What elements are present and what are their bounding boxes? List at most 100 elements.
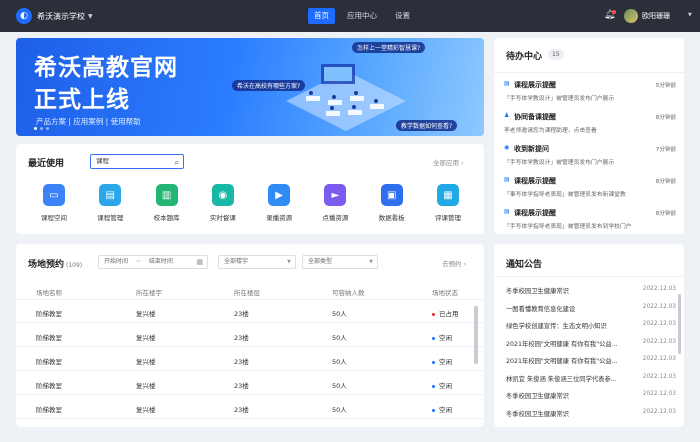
todo-item[interactable]: ♟ 协同备课提醒 8分钟前 李老师邀请您为课程助理，点击查看	[504, 112, 676, 134]
main-nav: 首页 应用中心 设置	[308, 8, 422, 24]
notice-date: 2022.12.03	[642, 391, 676, 397]
cell-status: 空闲	[432, 380, 452, 390]
app-tile[interactable]: ◉ 实时督课	[197, 184, 249, 222]
app-tile[interactable]: ▭ 课程空间	[28, 184, 80, 222]
notice-date: 2022.12.03	[642, 356, 676, 362]
cell-name: 阶梯教室	[36, 382, 62, 390]
nav-settings[interactable]: 设置	[389, 8, 416, 24]
notice-item[interactable]: 冬季校园卫生健康常识 2022.12.03	[506, 286, 676, 295]
todo-type-icon: ▤	[504, 80, 510, 87]
todo-count-badge: 15	[548, 49, 564, 60]
recent-title: 最近使用	[28, 159, 65, 169]
carousel-dot[interactable]	[34, 127, 37, 130]
notice-text: 冬季校园卫生健康常识	[506, 393, 569, 400]
cell-capacity: 50人	[332, 334, 347, 342]
todo-item-title: ▤ 课程展示提醒 5分钟前	[504, 80, 676, 90]
nav-home[interactable]: 首页	[308, 8, 335, 24]
notice-item[interactable]: 一图看懂教育信息化建设 2022.12.03	[506, 304, 676, 313]
all-apps-link[interactable]: 全部应用 ›	[433, 157, 464, 167]
cell-capacity: 50人	[332, 358, 347, 366]
app-tile[interactable]: ▦ 评课管理	[422, 184, 474, 222]
notice-item[interactable]: 冬季校园卫生健康常识 2022.12.03	[506, 391, 676, 400]
status-dot	[432, 360, 435, 364]
clipboard-icon: ▦	[436, 184, 459, 206]
notice-date: 2022.12.03	[642, 338, 676, 345]
user-chevron-down-icon[interactable]: ▼	[688, 12, 692, 18]
notice-date: 2022.12.03	[642, 408, 676, 415]
todo-item[interactable]: ▤ 课程展示提醒 8分钟前 「事写体学指导老表现」被管理员发布新课堂教	[504, 176, 676, 198]
cell-floor: 23楼	[234, 382, 249, 390]
carousel-dot[interactable]	[46, 127, 49, 130]
status-text: 空闲	[439, 334, 452, 342]
app-tile[interactable]: ▤ 课程管理	[84, 184, 136, 222]
venue-count: (109)	[66, 262, 83, 269]
todo-item[interactable]: ▤ 课程展示提醒 5分钟前 「手写体学教设计」被管理员发布门户展示	[504, 80, 676, 102]
todo-item[interactable]: ▤ 课程展示提醒 8分钟前「手写体学指导老表现」被管理员发布到学校门户	[504, 208, 676, 230]
chevron-down-icon: ▼	[287, 259, 291, 265]
table-row[interactable]: 阶梯教室 复兴楼 23楼 50人 空闲	[16, 348, 484, 371]
notice-item[interactable]: 冬季校园卫生健康常识 2022.12.03	[506, 409, 676, 418]
todo-item[interactable]: ◉ 收到新提问 7分钟前 「手写体学教设计」被管理员发布门户展示	[504, 144, 676, 166]
app-tile[interactable]: ▥ 校本题库	[141, 184, 193, 222]
type-select[interactable]: 全部类型 ▼	[302, 255, 378, 269]
date-range-picker[interactable]: 开始时间 ~ 结束时间 ▦	[98, 255, 208, 269]
todo-item-desc: 「事写体学指导老表现」被管理员发布新课堂教	[504, 192, 626, 198]
classroom-illustration	[286, 64, 406, 131]
todo-item-desc: 「手写体学指导老表现」被管理员发布到学校门户	[504, 224, 632, 230]
go-booking-label: 去预约	[442, 260, 462, 268]
notice-scrollbar[interactable]	[678, 294, 681, 354]
todo-title-text: 课程展示提醒	[514, 81, 556, 89]
play-icon: ►	[324, 184, 347, 206]
table-scrollbar[interactable]	[474, 306, 478, 364]
app-tile[interactable]: ▶ 录播资源	[253, 184, 305, 222]
school-name[interactable]: 希沃演示学校	[37, 11, 85, 22]
building-select-value: 全部楼宇	[224, 258, 249, 265]
cell-status: 空闲	[432, 404, 452, 414]
cell-status: 已占用	[432, 308, 459, 318]
todo-item-title: ◉ 收到新提问 7分钟前	[504, 144, 676, 154]
notice-item[interactable]: 林凯宜 朱俊涵 朱俊涵三位同学代表参... 2022.12.03	[506, 374, 676, 383]
venue-title-text: 场地预约	[28, 260, 65, 270]
notice-item[interactable]: 2021年校园"文明健康 有你有我"公益... 2022.12.03	[506, 339, 676, 348]
table-row[interactable]: 阶梯教室 复兴楼 23楼 50人 空闲	[16, 324, 484, 347]
app-label: 校本题库	[153, 214, 180, 222]
all-apps-label: 全部应用	[433, 159, 459, 167]
banner-title-line1: 希沃高教官网	[34, 55, 178, 81]
app-label: 录播资源	[266, 214, 293, 222]
table-row[interactable]: 阶梯教室 复兴楼 23楼 50人 已占用	[16, 300, 484, 323]
venue-title: 场地预约 (109)	[28, 257, 82, 270]
todo-item-desc: 李老师邀请您为课程助理，点击查看	[504, 128, 597, 134]
status-text: 空闲	[439, 406, 452, 414]
nav-app-center[interactable]: 应用中心	[341, 8, 383, 24]
notice-item[interactable]: 绿色学校创建宣传：生态文明小知识 2022.12.03	[506, 321, 676, 330]
start-time-field[interactable]: 开始时间	[104, 258, 128, 265]
table-row[interactable]: 阶梯教室 复兴楼 23楼 50人 空闲	[16, 372, 484, 395]
status-dot	[432, 408, 435, 412]
banner-bubble-1: 怎样上一堂精彩智慧课?	[352, 42, 426, 53]
go-booking-link[interactable]: 去预约 ›	[442, 258, 466, 268]
promo-banner[interactable]: 希沃高教官网 正式上线 产品方案 | 应用案例 | 使用帮助 怎样上一堂精彩智慧…	[16, 38, 484, 136]
search-icon[interactable]: ⌕	[175, 156, 179, 169]
user-name[interactable]: 欧阳珊珊	[642, 11, 670, 21]
status-dot	[432, 312, 435, 316]
search-input[interactable]: 课程 ⌕	[90, 154, 184, 169]
calendar-icon[interactable]: ▦	[196, 256, 203, 268]
avatar[interactable]	[624, 9, 638, 23]
cell-floor: 23楼	[234, 358, 249, 366]
todo-type-icon: ◉	[504, 144, 510, 151]
carousel-dot[interactable]	[40, 127, 43, 130]
notice-item[interactable]: 2021年校园"文明健康 有你有我"公益... 2022.12.03	[506, 356, 676, 365]
app-tile[interactable]: ▣ 数据看板	[366, 184, 418, 222]
todo-item-title: ▤ 课程展示提醒 8分钟前	[504, 208, 676, 218]
building-select[interactable]: 全部楼宇 ▼	[218, 255, 296, 269]
end-time-field[interactable]: 结束时间	[149, 258, 173, 265]
school-logo-icon: ◐	[16, 8, 32, 24]
todo-time: 8分钟前	[655, 211, 676, 217]
table-row[interactable]: 阶梯教室 复兴楼 23楼 50人 空闲	[16, 396, 484, 419]
video-icon: ▶	[268, 184, 291, 206]
todo-time: 8分钟前	[655, 179, 676, 185]
chevron-down-icon[interactable]: ▼	[88, 13, 93, 20]
todo-title: 待办中心	[506, 52, 543, 62]
col-capacity: 可容纳人数	[332, 289, 365, 297]
app-tile[interactable]: ► 点播资源	[309, 184, 361, 222]
